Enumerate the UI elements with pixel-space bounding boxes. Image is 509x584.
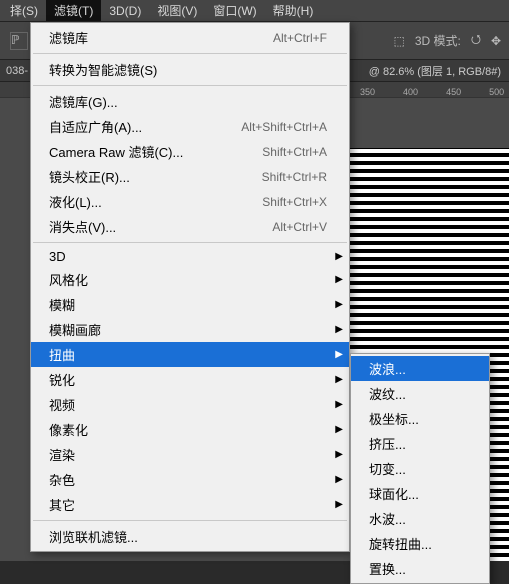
menu-item-视频[interactable]: 视频▶	[31, 392, 349, 417]
menu-item[interactable]: 液化(L)...Shift+Ctrl+X	[31, 189, 349, 214]
menu-item-像素化[interactable]: 像素化▶	[31, 417, 349, 442]
document-tab-left[interactable]: 038-	[6, 65, 28, 77]
pan-icon[interactable]: ✥	[491, 34, 501, 48]
menu-help[interactable]: 帮助(H)	[265, 0, 322, 21]
tool-icon[interactable]: ℙ	[10, 32, 28, 50]
document-tab-right[interactable]: @ 82.6% (图层 1, RGB/8#)	[369, 63, 509, 79]
submenu-arrow-icon: ▶	[335, 349, 343, 360]
menu-separator	[33, 85, 347, 86]
submenu-arrow-icon: ▶	[335, 324, 343, 335]
menu-item-3D[interactable]: 3D▶	[31, 246, 349, 267]
menubar: 择(S) 滤镜(T) 3D(D) 视图(V) 窗口(W) 帮助(H)	[0, 0, 509, 22]
menu-item[interactable]: 镜头校正(R)...Shift+Ctrl+R	[31, 164, 349, 189]
ruler-tick: 450	[446, 87, 461, 97]
menu-separator	[33, 520, 347, 521]
distort-submenu: 波浪...波纹...极坐标...挤压...切变...球面化...水波...旋转扭…	[350, 353, 490, 584]
menu-separator	[33, 53, 347, 54]
3d-mode-label: 3D 模式:	[415, 32, 461, 49]
menu-view[interactable]: 视图(V)	[149, 0, 205, 21]
menu-item-渲染[interactable]: 渲染▶	[31, 442, 349, 467]
submenu-arrow-icon: ▶	[335, 474, 343, 485]
submenu-arrow-icon: ▶	[335, 499, 343, 510]
submenu-arrow-icon: ▶	[335, 251, 343, 262]
menu-item-扭曲[interactable]: 扭曲▶	[31, 342, 349, 367]
menu-item-last-filter[interactable]: 滤镜库 Alt+Ctrl+F	[31, 25, 349, 50]
ruler-tick: 350	[360, 87, 375, 97]
menu-filter[interactable]: 滤镜(T)	[46, 0, 101, 21]
ruler-tick: 500	[489, 87, 504, 97]
submenu-item[interactable]: 水波...	[351, 506, 489, 531]
submenu-item[interactable]: 切变...	[351, 456, 489, 481]
menu-item-锐化[interactable]: 锐化▶	[31, 367, 349, 392]
submenu-arrow-icon: ▶	[335, 449, 343, 460]
submenu-item[interactable]: 波纹...	[351, 381, 489, 406]
menu-select[interactable]: 择(S)	[2, 0, 46, 21]
submenu-item[interactable]: 置换...	[351, 556, 489, 581]
submenu-arrow-icon: ▶	[335, 424, 343, 435]
submenu-item[interactable]: 极坐标...	[351, 406, 489, 431]
menu-item-模糊[interactable]: 模糊▶	[31, 292, 349, 317]
menu-item[interactable]: 消失点(V)...Alt+Ctrl+V	[31, 214, 349, 239]
menu-window[interactable]: 窗口(W)	[205, 0, 264, 21]
menu-item-模糊画廊[interactable]: 模糊画廊▶	[31, 317, 349, 342]
submenu-arrow-icon: ▶	[335, 274, 343, 285]
menu-item-杂色[interactable]: 杂色▶	[31, 467, 349, 492]
submenu-item[interactable]: 球面化...	[351, 481, 489, 506]
menu-item[interactable]: Camera Raw 滤镜(C)...Shift+Ctrl+A	[31, 139, 349, 164]
submenu-item[interactable]: 旋转扭曲...	[351, 531, 489, 556]
menu-item-其它[interactable]: 其它▶	[31, 492, 349, 517]
submenu-item[interactable]: 波浪...	[351, 356, 489, 381]
menu-3d[interactable]: 3D(D)	[101, 2, 149, 20]
ruler-tick: 400	[403, 87, 418, 97]
menu-item[interactable]: 滤镜库(G)...	[31, 89, 349, 114]
menu-separator	[33, 242, 347, 243]
menu-item-smart-filter[interactable]: 转换为智能滤镜(S)	[31, 57, 349, 82]
filter-menu: 滤镜库 Alt+Ctrl+F 转换为智能滤镜(S) 滤镜库(G)...自适应广角…	[30, 22, 350, 552]
menu-item-browse-online[interactable]: 浏览联机滤镜...	[31, 524, 349, 549]
mode-icon[interactable]: ⬚	[393, 34, 404, 48]
submenu-arrow-icon: ▶	[335, 374, 343, 385]
menu-item[interactable]: 自适应广角(A)...Alt+Shift+Ctrl+A	[31, 114, 349, 139]
menu-item-风格化[interactable]: 风格化▶	[31, 267, 349, 292]
submenu-arrow-icon: ▶	[335, 299, 343, 310]
submenu-arrow-icon: ▶	[335, 399, 343, 410]
orbit-icon[interactable]: ⭯	[471, 30, 481, 51]
submenu-item[interactable]: 挤压...	[351, 431, 489, 456]
